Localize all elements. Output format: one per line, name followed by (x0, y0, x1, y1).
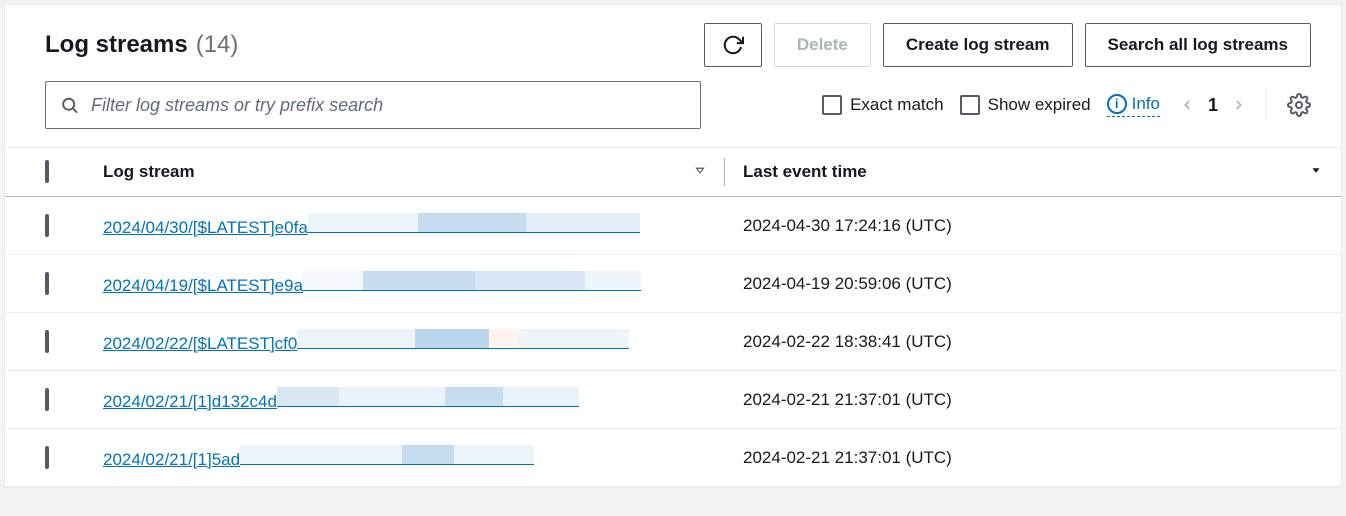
title-wrap: Log streams (14) (45, 31, 238, 59)
divider (1266, 90, 1267, 120)
redacted-segment (339, 387, 445, 407)
info-link[interactable]: i Info (1107, 94, 1160, 117)
refresh-icon (722, 34, 744, 56)
search-input[interactable] (91, 95, 686, 116)
select-all-header[interactable] (5, 148, 85, 197)
redacted-segment (363, 271, 475, 291)
settings-button[interactable] (1287, 93, 1311, 117)
table-row: 2024/04/19/[$LATEST]e9a 2024-04-19 20:59:… (5, 255, 1341, 313)
last-event-cell: 2024-04-19 20:59:06 (UTC) (725, 255, 1341, 313)
redacted-segment (585, 271, 641, 291)
log-stream-cell: 2024/04/19/[$LATEST]e9a (85, 255, 725, 313)
info-icon: i (1107, 94, 1127, 114)
stream-count: (14) (196, 31, 239, 59)
redacted-segment (277, 387, 339, 407)
row-checkbox-cell[interactable] (5, 429, 85, 487)
log-streams-table: Log stream Last event time 2024/04/30/[$… (5, 147, 1341, 487)
gear-icon (1287, 93, 1311, 117)
row-checkbox-cell[interactable] (5, 197, 85, 255)
row-checkbox-cell[interactable] (5, 371, 85, 429)
sort-icon (693, 162, 707, 182)
header-actions: Delete Create log stream Search all log … (704, 23, 1311, 67)
info-label: Info (1132, 94, 1160, 114)
checkbox-icon (45, 160, 49, 183)
checkbox-icon (45, 446, 49, 469)
table-row: 2024/02/22/[$LATEST]cf0 2024-02-22 18:38:… (5, 313, 1341, 371)
panel-header: Log streams (14) Delete Create log strea… (5, 5, 1341, 81)
last-event-cell: 2024-04-30 17:24:16 (UTC) (725, 197, 1341, 255)
checkbox-icon (45, 330, 49, 353)
log-stream-link[interactable]: 2024/04/19/[$LATEST]e9a (103, 276, 303, 296)
log-stream-link[interactable]: 2024/02/21/[1]d132c4d (103, 392, 277, 412)
prev-page-button[interactable] (1180, 94, 1194, 116)
filter-row: Exact match Show expired i Info 1 (5, 81, 1341, 147)
redacted-segment (519, 329, 629, 349)
next-page-button[interactable] (1232, 94, 1246, 116)
redacted-segment (526, 213, 640, 233)
log-stream-link[interactable]: 2024/02/21/[1]5ad (103, 450, 240, 470)
show-expired-label: Show expired (988, 95, 1091, 115)
log-stream-cell: 2024/04/30/[$LATEST]e0fa (85, 197, 725, 255)
checkbox-icon (45, 272, 49, 295)
redacted-segment (418, 213, 526, 233)
log-stream-cell: 2024/02/21/[1]d132c4d (85, 371, 725, 429)
last-event-cell: 2024-02-21 21:37:01 (UTC) (725, 371, 1341, 429)
right-controls: Exact match Show expired i Info 1 (822, 90, 1311, 120)
redacted-segment (415, 329, 489, 349)
last-event-cell: 2024-02-22 18:38:41 (UTC) (725, 313, 1341, 371)
page-number: 1 (1208, 95, 1218, 116)
row-checkbox-cell[interactable] (5, 313, 85, 371)
last-event-cell: 2024-02-21 21:37:01 (UTC) (725, 429, 1341, 487)
checkbox-icon (45, 214, 49, 237)
redacted-segment (303, 271, 363, 291)
checkbox-icon (45, 388, 49, 411)
redacted-segment (402, 445, 454, 465)
redacted-segment (475, 271, 585, 291)
log-stream-column-header[interactable]: Log stream (85, 148, 725, 197)
exact-match-checkbox[interactable]: Exact match (822, 95, 944, 115)
search-all-log-streams-button[interactable]: Search all log streams (1085, 23, 1311, 67)
delete-button: Delete (774, 23, 871, 67)
row-checkbox-cell[interactable] (5, 255, 85, 313)
page-title: Log streams (45, 31, 188, 59)
show-expired-checkbox[interactable]: Show expired (960, 95, 1091, 115)
log-streams-panel: Log streams (14) Delete Create log strea… (4, 4, 1342, 488)
redacted-segment (503, 387, 579, 407)
redacted-segment (445, 387, 503, 407)
chevron-left-icon (1180, 94, 1194, 116)
table-row: 2024/02/21/[1]d132c4d 2024-02-21 21:37:01… (5, 371, 1341, 429)
log-stream-link[interactable]: 2024/02/22/[$LATEST]cf0 (103, 334, 297, 354)
checkbox-icon (822, 95, 842, 115)
checkbox-icon (960, 95, 980, 115)
redacted-segment (297, 329, 415, 349)
redacted-segment (308, 213, 418, 233)
log-stream-link[interactable]: 2024/04/30/[$LATEST]e0fa (103, 218, 308, 238)
sort-icon (1309, 162, 1323, 182)
redacted-segment (240, 445, 402, 465)
create-log-stream-button[interactable]: Create log stream (883, 23, 1073, 67)
last-event-column-header[interactable]: Last event time (725, 148, 1341, 197)
redacted-segment (454, 445, 534, 465)
search-box[interactable] (45, 81, 701, 129)
search-icon (60, 95, 79, 115)
pagination: 1 (1180, 94, 1246, 116)
log-stream-cell: 2024/02/22/[$LATEST]cf0 (85, 313, 725, 371)
refresh-button[interactable] (704, 23, 762, 67)
log-stream-cell: 2024/02/21/[1]5ad (85, 429, 725, 487)
chevron-right-icon (1232, 94, 1246, 116)
exact-match-label: Exact match (850, 95, 944, 115)
table-row: 2024/04/30/[$LATEST]e0fa 2024-04-30 17:24… (5, 197, 1341, 255)
table-row: 2024/02/21/[1]5ad 2024-02-21 21:37:01 (UT… (5, 429, 1341, 487)
redacted-segment (489, 329, 519, 349)
